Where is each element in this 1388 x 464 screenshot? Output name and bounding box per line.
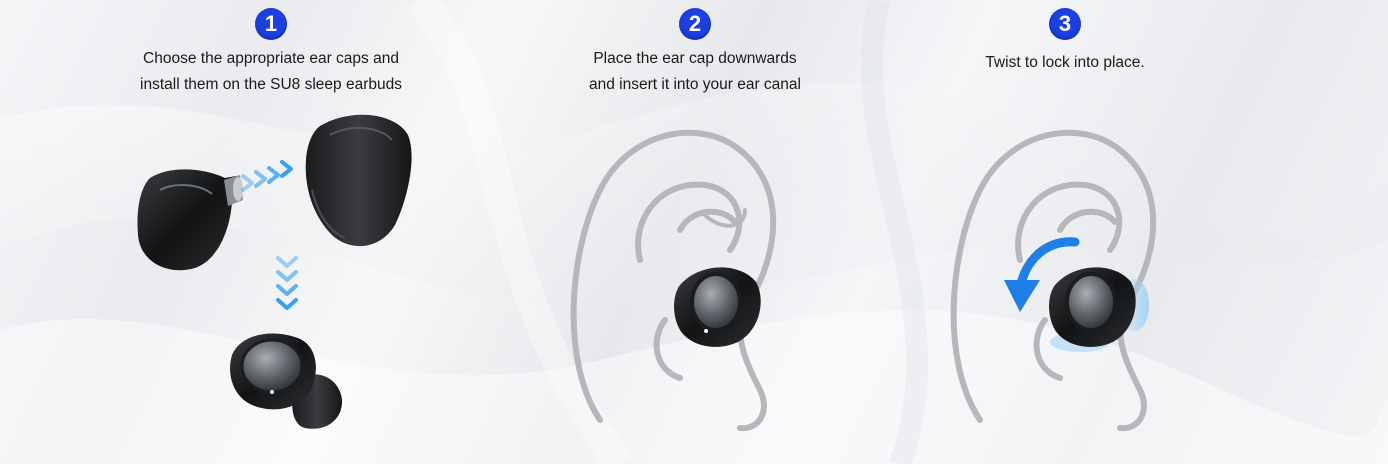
illustration-layer: [137, 114, 1157, 432]
instruction-banner: 1 Choose the appropriate ear caps and in…: [0, 0, 1388, 464]
assembled-earbud-icon: [230, 333, 343, 429]
ear-cap-icon: [305, 114, 412, 247]
assembled-earbud-icon: [674, 267, 761, 347]
right-chevrons-icon: [241, 160, 293, 192]
down-chevrons-icon: [276, 256, 298, 310]
earbud-body-icon: [137, 169, 243, 271]
